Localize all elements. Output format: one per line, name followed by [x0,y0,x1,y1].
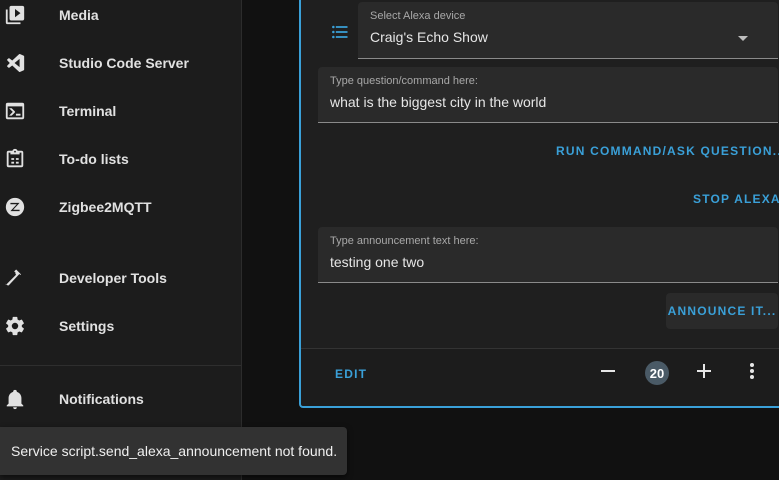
question-field-label: Type question/command here: [330,75,478,87]
sidebar-item-label: Notifications [59,391,144,407]
sidebar-item-studio-code-server[interactable]: Studio Code Server [0,43,241,83]
announcement-field[interactable]: Type announcement text here: testing one… [318,227,778,283]
format-list-icon [330,22,350,42]
edit-button[interactable]: EDIT [335,367,367,381]
dots-vertical-icon [749,362,755,385]
sidebar-item-zigbee2mqtt[interactable]: Zigbee2MQTT [0,187,241,227]
sidebar-item-terminal[interactable]: Terminal [0,91,241,131]
sidebar-item-label: Zigbee2MQTT [59,199,152,215]
vscode-icon [3,51,27,75]
gear-icon [3,314,27,338]
increment-button[interactable] [692,361,716,385]
sidebar-item-label: To-do lists [59,151,129,167]
plus-icon [696,363,712,384]
card-footer: EDIT 20 [301,348,779,410]
bell-icon [3,387,27,411]
dropdown-arrow-icon [738,36,748,41]
sidebar-item-label: Developer Tools [59,270,167,286]
sidebar-item-label: Studio Code Server [59,55,189,71]
device-select-value: Craig's Echo Show [370,29,488,45]
sidebar-item-notifications[interactable]: Notifications [0,379,241,419]
sidebar-item-label: Terminal [59,103,117,119]
terminal-icon [3,99,27,123]
zigbee-icon [3,195,27,219]
announce-button[interactable]: ANNOUNCE IT... [666,293,778,329]
clipboard-list-icon [3,147,27,171]
sidebar: Media Studio Code Server Terminal To-do … [0,0,242,480]
sidebar-item-media[interactable]: Media [0,0,241,35]
stop-alexa-button[interactable]: STOP ALEXA [693,192,779,206]
toast-notification: Service script.send_alexa_announcement n… [0,427,347,475]
sidebar-item-label: Media [59,7,99,23]
play-box-icon [3,3,27,27]
app-root: Media Studio Code Server Terminal To-do … [0,0,779,480]
announce-button-label: ANNOUNCE IT... [667,304,777,318]
question-field-value[interactable]: what is the biggest city in the world [330,94,750,110]
sidebar-item-settings[interactable]: Settings [0,306,241,346]
count-badge: 20 [645,361,669,385]
decrement-button[interactable] [596,361,620,385]
sidebar-item-label: Settings [59,318,115,334]
announcement-field-label: Type announcement text here: [330,235,479,247]
toast-message: Service script.send_alexa_announcement n… [11,443,338,459]
sidebar-divider [0,365,241,366]
sidebar-item-developer-tools[interactable]: Developer Tools [0,258,241,298]
run-command-button[interactable]: RUN COMMAND/ASK QUESTION... [556,144,779,158]
device-select-label: Select Alexa device [370,10,466,22]
alexa-card: Select Alexa device Craig's Echo Show Ty… [299,0,779,408]
announcement-field-value[interactable]: testing one two [330,254,750,270]
sidebar-item-todo-lists[interactable]: To-do lists [0,139,241,179]
more-menu-button[interactable] [740,361,764,385]
question-field[interactable]: Type question/command here: what is the … [318,67,778,123]
minus-icon [600,363,616,384]
card-content: Select Alexa device Craig's Echo Show Ty… [301,0,779,348]
alexa-device-select[interactable]: Select Alexa device Craig's Echo Show [358,2,778,59]
hammer-icon [3,266,27,290]
